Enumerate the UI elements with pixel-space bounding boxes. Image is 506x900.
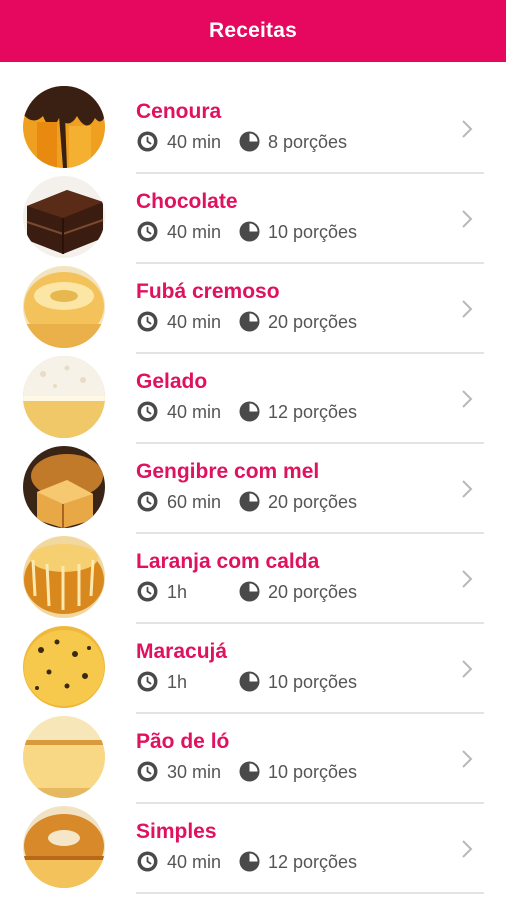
pie-chart-icon [239, 311, 260, 332]
recipe-name: Maracujá [136, 640, 228, 663]
recipe-item-fuba-cremoso[interactable]: Fubá cremoso 40 min 20 porções [0, 264, 506, 354]
recipe-name: Gelado [136, 370, 208, 393]
recipe-item-pao-de-lo[interactable]: Pão de ló 30 min 10 porções [0, 714, 506, 804]
recipe-thumbnail [23, 86, 105, 168]
clock-icon [137, 761, 158, 782]
recipe-name: Laranja com calda [136, 550, 320, 573]
recipe-meta: 40 min 12 porções [137, 401, 457, 423]
chevron-right-icon[interactable] [460, 839, 474, 859]
prep-time: 40 min [167, 852, 222, 872]
prep-time: 1h [167, 582, 188, 602]
recipe-item-simples[interactable]: Simples 40 min 12 porções [0, 804, 506, 894]
recipe-item-gengibre-com-mel[interactable]: Gengibre com mel 60 min 20 porções [0, 444, 506, 534]
clock-icon [137, 311, 158, 332]
clock-icon [137, 851, 158, 872]
app-header: Receitas [0, 0, 506, 62]
recipe-item-maracuja[interactable]: Maracujá 1h 10 porções [0, 624, 506, 714]
chevron-right-icon[interactable] [460, 569, 474, 589]
prep-time: 40 min [167, 402, 222, 422]
pie-chart-icon [239, 221, 260, 242]
servings: 20 porções [268, 582, 358, 602]
servings: 20 porções [268, 492, 358, 512]
servings: 12 porções [268, 402, 358, 422]
recipe-name: Fubá cremoso [136, 280, 280, 303]
recipe-meta: 40 min 12 porções [137, 851, 457, 873]
chevron-right-icon[interactable] [460, 749, 474, 769]
recipe-thumbnail [23, 266, 105, 348]
prep-time: 40 min [167, 312, 222, 332]
servings: 10 porções [268, 222, 358, 242]
servings: 10 porções [268, 762, 358, 782]
prep-time: 30 min [167, 762, 222, 782]
pie-chart-icon [239, 491, 260, 512]
clock-icon [137, 401, 158, 422]
chevron-right-icon[interactable] [460, 209, 474, 229]
recipe-thumbnail [23, 446, 105, 528]
pie-chart-icon [239, 851, 260, 872]
recipe-thumbnail [23, 626, 105, 708]
recipe-meta: 1h 20 porções [137, 581, 457, 603]
recipe-thumbnail [23, 806, 105, 888]
prep-time: 40 min [167, 222, 222, 242]
recipe-name: Simples [136, 820, 217, 843]
clock-icon [137, 581, 158, 602]
recipe-thumbnail [23, 716, 105, 798]
prep-time: 40 min [167, 132, 222, 152]
recipe-thumbnail [23, 176, 105, 258]
servings: 12 porções [268, 852, 358, 872]
recipe-item-gelado[interactable]: Gelado 40 min 12 porções [0, 354, 506, 444]
prep-time: 1h [167, 672, 188, 692]
recipe-meta: 40 min 8 porções [137, 131, 457, 153]
recipe-list: Cenoura 40 min 8 porções Chocolate 40 mi… [0, 84, 506, 894]
servings: 20 porções [268, 312, 358, 332]
recipe-meta: 40 min 20 porções [137, 311, 457, 333]
prep-time: 60 min [167, 492, 222, 512]
pie-chart-icon [239, 131, 260, 152]
recipe-thumbnail [23, 536, 105, 618]
recipe-meta: 60 min 20 porções [137, 491, 457, 513]
clock-icon [137, 131, 158, 152]
clock-icon [137, 491, 158, 512]
pie-chart-icon [239, 581, 260, 602]
chevron-right-icon[interactable] [460, 119, 474, 139]
servings: 10 porções [268, 672, 358, 692]
page-title: Receitas [209, 19, 297, 42]
pie-chart-icon [239, 761, 260, 782]
clock-icon [137, 221, 158, 242]
recipe-name: Gengibre com mel [136, 460, 320, 483]
recipe-name: Cenoura [136, 100, 222, 123]
recipe-name: Pão de ló [136, 730, 230, 753]
recipe-meta: 30 min 10 porções [137, 761, 457, 783]
clock-icon [137, 671, 158, 692]
recipe-item-laranja-com-calda[interactable]: Laranja com calda 1h 20 porções [0, 534, 506, 624]
chevron-right-icon[interactable] [460, 389, 474, 409]
servings: 8 porções [268, 132, 348, 152]
recipe-meta: 40 min 10 porções [137, 221, 457, 243]
chevron-right-icon[interactable] [460, 659, 474, 679]
recipe-item-chocolate[interactable]: Chocolate 40 min 10 porções [0, 174, 506, 264]
chevron-right-icon[interactable] [460, 479, 474, 499]
row-divider [136, 892, 484, 894]
chevron-right-icon[interactable] [460, 299, 474, 319]
recipe-name: Chocolate [136, 190, 238, 213]
pie-chart-icon [239, 671, 260, 692]
pie-chart-icon [239, 401, 260, 422]
recipe-item-cenoura[interactable]: Cenoura 40 min 8 porções [0, 84, 506, 174]
recipe-thumbnail [23, 356, 105, 438]
recipe-meta: 1h 10 porções [137, 671, 457, 693]
